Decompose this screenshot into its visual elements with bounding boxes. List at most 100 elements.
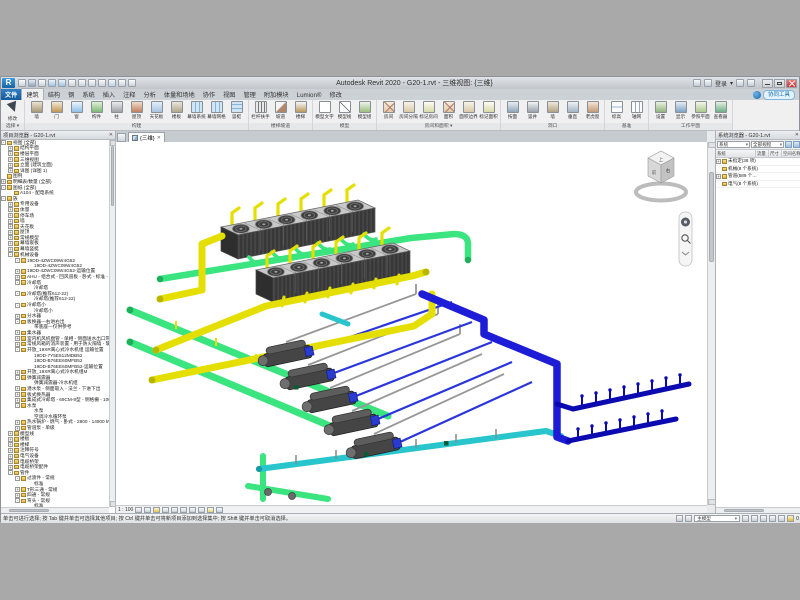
- ribbon-tab[interactable]: 视图: [219, 89, 239, 100]
- viewcube-front-label[interactable]: 前: [652, 169, 657, 176]
- qat-icon[interactable]: [118, 79, 126, 87]
- tree-expander[interactable]: -: [8, 252, 13, 257]
- scroll-thumb[interactable]: [9, 509, 49, 512]
- tree-expander[interactable]: -: [15, 347, 20, 352]
- tree-expander[interactable]: +: [15, 275, 20, 280]
- tree-expander[interactable]: +: [15, 487, 20, 492]
- user-icon[interactable]: [704, 79, 712, 87]
- viewcube-top-label[interactable]: 上: [659, 156, 664, 162]
- help-icon[interactable]: [747, 79, 755, 87]
- view-control-icon[interactable]: [135, 507, 142, 513]
- addon-badge[interactable]: 协同工具: [763, 90, 795, 100]
- ribbon-button[interactable]: 坡道: [271, 101, 290, 120]
- ribbon-button[interactable]: 竖梃: [227, 101, 246, 120]
- qat-icon[interactable]: [38, 79, 46, 87]
- ribbon-tab[interactable]: 分析: [139, 89, 159, 100]
- ribbon-button[interactable]: 修改: [3, 101, 22, 122]
- ribbon-button[interactable]: 参照平面: [691, 101, 710, 120]
- viewcube-right-label[interactable]: 右: [666, 167, 671, 174]
- ribbon-button[interactable]: 按面: [503, 101, 522, 120]
- close-icon[interactable]: ✕: [795, 132, 799, 138]
- tree-item[interactable]: + 集成式冷却塔 - 69CM-8型 - 侧格栅 - 100-375 Ch: [1, 397, 109, 403]
- tree-expander[interactable]: +: [15, 420, 20, 425]
- tree-item[interactable]: + 热水锅炉 - 燃气 - 卧式 - 2800 - 14000 kW: [1, 420, 109, 426]
- tree-expander[interactable]: +: [8, 448, 13, 453]
- view-control-icon[interactable]: [171, 507, 178, 513]
- ribbon-button[interactable]: 天花板: [147, 101, 166, 120]
- ribbon-tab[interactable]: 协作: [199, 89, 219, 100]
- system-browser-header[interactable]: 系统浏览器 - G20-1.rvt ✕: [716, 131, 800, 140]
- ribbon-button[interactable]: 垂直: [563, 101, 582, 120]
- ribbon-button[interactable]: 标记房间: [419, 101, 438, 120]
- column-header[interactable]: 流量: [756, 150, 769, 157]
- tree-expander[interactable]: -: [15, 303, 20, 308]
- tree-expander[interactable]: +: [1, 179, 6, 184]
- column-header[interactable]: 尺寸: [769, 150, 782, 157]
- ribbon-button[interactable]: 柱: [107, 101, 126, 120]
- ribbon-button[interactable]: 模型组: [355, 101, 374, 120]
- tree-expander[interactable]: -: [15, 476, 20, 481]
- tree-expander[interactable]: +: [8, 163, 13, 168]
- tree-expander[interactable]: +: [8, 213, 13, 218]
- ribbon-tab[interactable]: 建筑: [21, 88, 43, 100]
- drawing-area[interactable]: 上 前 右: [116, 142, 707, 505]
- ribbon-button[interactable]: 幕墙系统: [187, 101, 206, 120]
- tree-expander[interactable]: +: [8, 146, 13, 151]
- ribbon-tab[interactable]: 体量和场地: [160, 89, 199, 100]
- tree-expander[interactable]: +: [15, 314, 20, 319]
- qat-icon[interactable]: [48, 79, 56, 87]
- tree-expander[interactable]: +: [8, 157, 13, 162]
- tree-expander[interactable]: +: [15, 269, 20, 274]
- key-icon[interactable]: [693, 79, 701, 87]
- ribbon-tab[interactable]: 结构: [44, 89, 64, 100]
- qat-icon[interactable]: [128, 79, 136, 87]
- project-browser-header[interactable]: 项目浏览器 - G20-1.rvt ✕: [1, 131, 115, 140]
- qat-icon[interactable]: [88, 79, 96, 87]
- discipline-filter-dropdown[interactable]: 全部规程▾: [751, 141, 784, 148]
- home-icon[interactable]: [117, 133, 126, 142]
- status-icon[interactable]: [676, 515, 683, 522]
- ribbon-button[interactable]: 楼梯: [291, 101, 310, 120]
- scroll-thumb[interactable]: [724, 509, 764, 512]
- tree-expander[interactable]: -: [15, 375, 20, 380]
- canvas-vscrollbar[interactable]: [707, 142, 715, 505]
- tree-item[interactable]: + AHU - 组合式 - 回风道板 - 卧式 - 标准 - 2000 - 59…: [1, 274, 109, 280]
- qat-icon[interactable]: [28, 79, 36, 87]
- system-row[interactable]: + 管道(589 个…: [716, 173, 800, 181]
- view-tab-active[interactable]: {三维} ✕: [128, 132, 165, 142]
- tree-expander[interactable]: +: [8, 454, 13, 459]
- tree-expander[interactable]: -: [15, 291, 20, 296]
- ribbon-tab[interactable]: 钢: [64, 89, 78, 100]
- ribbon-button[interactable]: 模型线: [335, 101, 354, 120]
- chevron-down-icon[interactable]: ▾: [730, 80, 733, 87]
- tree-expander[interactable]: -: [1, 185, 6, 190]
- ribbon-button[interactable]: 查看器: [711, 101, 730, 120]
- ribbon-button[interactable]: 老虎窗: [583, 101, 602, 120]
- ribbon-button[interactable]: 模型文字: [315, 101, 334, 120]
- ribbon-button[interactable]: 墙: [543, 101, 562, 120]
- scroll-thumb[interactable]: [111, 146, 114, 206]
- tree-expander[interactable]: +: [8, 202, 13, 207]
- view-control-icon[interactable]: [198, 507, 205, 513]
- tree-expander[interactable]: +: [8, 207, 13, 212]
- tree-expander[interactable]: -: [1, 196, 6, 201]
- ribbon-button[interactable]: 楼板: [167, 101, 186, 120]
- ribbon-tab[interactable]: 注释: [119, 89, 139, 100]
- tree-expander[interactable]: +: [8, 442, 13, 447]
- tree-expander[interactable]: +: [8, 151, 13, 156]
- tree-expander[interactable]: -: [15, 403, 20, 408]
- tree-expander[interactable]: +: [8, 437, 13, 442]
- scale-button[interactable]: 1 : 100: [118, 507, 133, 513]
- tree-expander[interactable]: +: [15, 342, 20, 347]
- column-header[interactable]: 系统: [716, 150, 756, 157]
- ribbon-button[interactable]: 栏杆扶手: [251, 101, 270, 120]
- tree-expander[interactable]: +: [8, 247, 13, 252]
- selection-toggle-icon[interactable]: [778, 515, 785, 522]
- ribbon-button[interactable]: 房间: [379, 101, 398, 120]
- tree-item[interactable]: + 潜水泵 - 侧面吸入 - 法兰 - 下进下出: [1, 386, 109, 392]
- view-control-icon[interactable]: [153, 507, 160, 513]
- filter-icon[interactable]: [787, 515, 794, 522]
- tree-expander[interactable]: +: [8, 431, 13, 436]
- tree-expander[interactable]: +: [8, 219, 13, 224]
- ribbon-tab[interactable]: 文件: [1, 89, 21, 100]
